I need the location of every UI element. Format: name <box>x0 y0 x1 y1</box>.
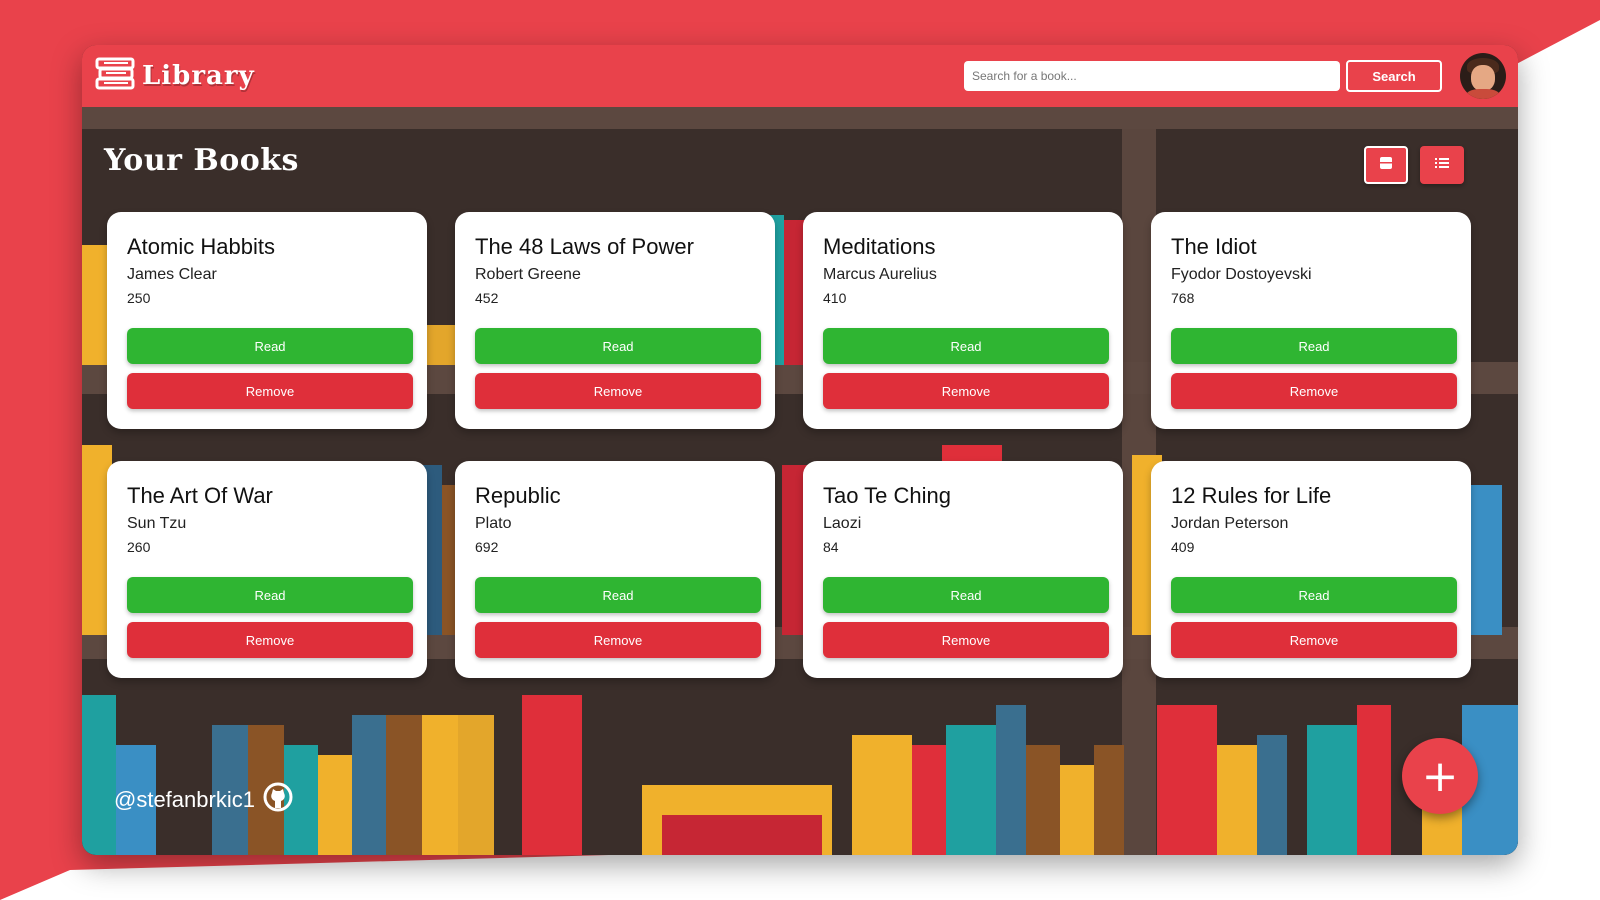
book-title: The Art Of War <box>127 483 273 508</box>
list-view-button[interactable] <box>1420 146 1464 184</box>
book-card: Tao Te Ching Laozi 84 Read Remove <box>803 461 1123 678</box>
book-pages: 250 <box>127 290 151 306</box>
book-author: Robert Greene <box>475 266 581 283</box>
github-link[interactable]: @stefanbrkic1 <box>114 782 293 818</box>
book-card: 12 Rules for Life Jordan Peterson 409 Re… <box>1151 461 1471 678</box>
grid-view-button[interactable] <box>1364 146 1408 184</box>
book-card: The Art Of War Sun Tzu 260 Read Remove <box>107 461 427 678</box>
book-card: The 48 Laws of Power Robert Greene 452 R… <box>455 212 775 429</box>
book-author: Marcus Aurelius <box>823 266 937 283</box>
book-pages: 452 <box>475 290 499 306</box>
avatar[interactable] <box>1460 53 1506 99</box>
book-pages: 410 <box>823 290 847 306</box>
book-author: Sun Tzu <box>127 515 187 532</box>
remove-button[interactable]: Remove <box>823 622 1109 658</box>
read-button[interactable]: Read <box>475 328 761 364</box>
top-navbar: Library Search <box>82 45 1518 107</box>
book-card: Meditations Marcus Aurelius 410 Read Rem… <box>803 212 1123 429</box>
remove-button[interactable]: Remove <box>1171 622 1457 658</box>
book-card: Republic Plato 692 Read Remove <box>455 461 775 678</box>
add-book-button[interactable]: + <box>1402 738 1478 814</box>
book-pages: 260 <box>127 539 151 555</box>
book-card: The Idiot Fyodor Dostoyevski 768 Read Re… <box>1151 212 1471 429</box>
search-input[interactable] <box>964 61 1340 91</box>
read-button[interactable]: Read <box>823 328 1109 364</box>
book-title: Atomic Habbits <box>127 234 275 259</box>
github-icon <box>263 782 293 818</box>
book-title: Meditations <box>823 234 936 259</box>
book-pages: 409 <box>1171 539 1195 555</box>
read-button[interactable]: Read <box>823 577 1109 613</box>
read-button[interactable]: Read <box>475 577 761 613</box>
book-author: Plato <box>475 515 512 532</box>
books-stack-icon <box>94 57 136 96</box>
remove-button[interactable]: Remove <box>127 373 413 409</box>
book-title: The 48 Laws of Power <box>475 234 694 259</box>
app-logo[interactable]: Library <box>94 57 255 96</box>
book-title: 12 Rules for Life <box>1171 483 1332 508</box>
book-title: Republic <box>475 483 561 508</box>
book-author: James Clear <box>127 266 217 283</box>
book-author: Fyodor Dostoyevski <box>1171 266 1312 283</box>
remove-button[interactable]: Remove <box>475 622 761 658</box>
book-title: The Idiot <box>1171 234 1257 259</box>
remove-button[interactable]: Remove <box>475 373 761 409</box>
page-title: Your Books <box>104 143 299 178</box>
remove-button[interactable]: Remove <box>1171 373 1457 409</box>
list-icon <box>1435 156 1449 174</box>
grid-icon <box>1380 156 1392 174</box>
book-pages: 84 <box>823 539 839 555</box>
read-button[interactable]: Read <box>1171 328 1457 364</box>
search-button[interactable]: Search <box>1346 60 1442 92</box>
book-title: Tao Te Ching <box>823 483 952 508</box>
book-author: Jordan Peterson <box>1171 515 1289 532</box>
book-pages: 768 <box>1171 290 1195 306</box>
app-window: Library Search for a book... Search Your… <box>82 45 1518 855</box>
read-button[interactable]: Read <box>1171 577 1457 613</box>
read-button[interactable]: Read <box>127 328 413 364</box>
remove-button[interactable]: Remove <box>823 373 1109 409</box>
app-name: Library <box>142 61 255 91</box>
remove-button[interactable]: Remove <box>127 622 413 658</box>
github-handle-text: @stefanbrkic1 <box>114 787 255 812</box>
book-pages: 692 <box>475 539 499 555</box>
book-author: Laozi <box>823 515 862 532</box>
search-bar: Search <box>964 60 1442 92</box>
book-card: Atomic Habbits James Clear 250 Read Remo… <box>107 212 427 429</box>
read-button[interactable]: Read <box>127 577 413 613</box>
